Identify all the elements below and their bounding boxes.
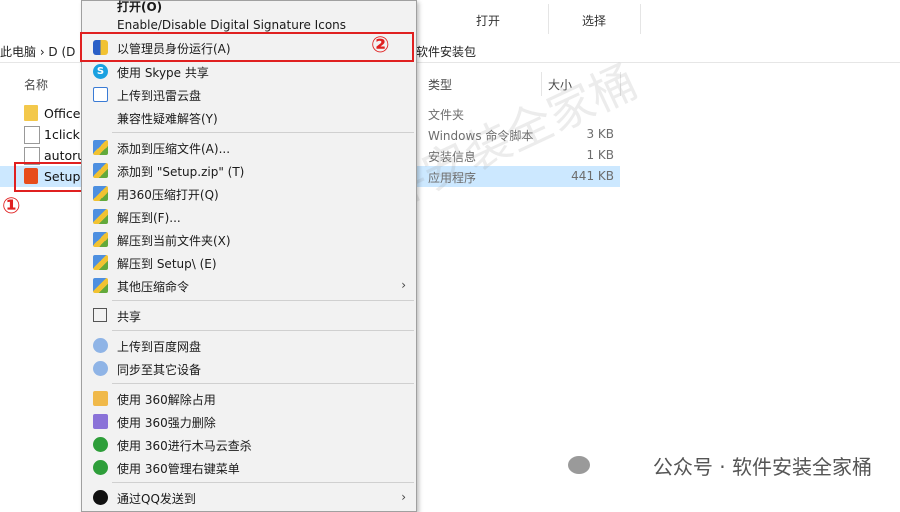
menu-item-360-trojan-scan[interactable]: 使用 360进行木马云查杀: [82, 434, 416, 456]
menu-item-skype-share[interactable]: S 使用 Skype 共享: [82, 61, 416, 83]
file-name: autoru: [44, 148, 86, 163]
archive-icon: [93, 186, 108, 201]
shredder-icon: [93, 414, 108, 429]
menu-separator: [112, 330, 414, 331]
baidu-cloud-icon: [93, 338, 108, 353]
menu-item-add-to-archive[interactable]: 添加到压缩文件(A)...: [82, 137, 416, 159]
360-security-icon: [93, 437, 108, 452]
script-file-icon: [24, 126, 40, 144]
archive-icon: [93, 163, 108, 178]
highlight-box-run-as-admin: [80, 32, 414, 62]
step-1-badge: ①: [2, 194, 21, 219]
menu-item-share[interactable]: 共享: [82, 305, 416, 327]
file-name: Office: [44, 106, 81, 121]
menu-item-360-manage-menu[interactable]: 使用 360管理右键菜单: [82, 457, 416, 479]
address-path-right[interactable]: 软件安装包: [416, 43, 476, 60]
share-icon: [93, 308, 107, 322]
folder-icon: [24, 105, 38, 121]
file-size: 441 KB: [571, 169, 614, 183]
archive-icon: [93, 232, 108, 247]
highlight-box-setup: [14, 162, 84, 192]
menu-item-sync-devices[interactable]: 同步至其它设备: [82, 358, 416, 380]
archive-icon: [93, 278, 108, 293]
menu-item-extract-to-setup[interactable]: 解压到 Setup\ (E): [82, 252, 416, 274]
sync-cloud-icon: [93, 361, 108, 376]
menu-item-360-force-delete[interactable]: 使用 360强力删除: [82, 411, 416, 433]
menu-item-open-with-360zip[interactable]: 用360压缩打开(Q): [82, 183, 416, 205]
archive-icon: [93, 255, 108, 270]
menu-item-extract-here[interactable]: 解压到当前文件夹(X): [82, 229, 416, 251]
file-size: 1 KB: [586, 148, 614, 162]
chevron-right-icon: ›: [401, 278, 406, 292]
chevron-right-icon: ›: [401, 490, 406, 504]
menu-separator: [112, 482, 414, 483]
wechat-logo-icon: [568, 456, 590, 474]
column-name[interactable]: 名称: [24, 76, 48, 93]
xunlei-cloud-icon: [93, 87, 108, 102]
menu-separator: [112, 383, 414, 384]
context-menu: 打开(O) Enable/Disable Digital Signature I…: [81, 0, 417, 512]
menu-item-compat-troubleshoot[interactable]: 兼容性疑难解答(Y): [82, 107, 416, 129]
360-security-icon: [93, 460, 108, 475]
column-type[interactable]: 类型: [428, 76, 452, 93]
ribbon-select-button[interactable]: 选择: [582, 12, 606, 29]
menu-separator: [112, 300, 414, 301]
ribbon-separator: [548, 4, 549, 34]
archive-icon: [93, 140, 108, 155]
ribbon-separator: [640, 4, 641, 34]
menu-item-add-to-setup-zip[interactable]: 添加到 "Setup.zip" (T): [82, 160, 416, 182]
skype-icon: S: [93, 64, 108, 79]
archive-icon: [93, 209, 108, 224]
qq-penguin-icon: [93, 490, 108, 505]
menu-item-send-via-qq[interactable]: 通过QQ发送到 ›: [82, 487, 416, 509]
address-path-left[interactable]: 此电脑 › D (D: [0, 43, 75, 60]
menu-item-360-unlock[interactable]: 使用 360解除占用: [82, 388, 416, 410]
watermark-corner: 公众号 · 软件安装全家桶: [652, 455, 872, 479]
menu-item-extract-to[interactable]: 解压到(F)...: [82, 206, 416, 228]
menu-item-xunlei-upload[interactable]: 上传到迅雷云盘: [82, 84, 416, 106]
unlock-icon: [93, 391, 108, 406]
ribbon-open-button[interactable]: 打开: [476, 12, 500, 29]
step-2-badge: ②: [371, 33, 390, 58]
menu-item-baidu-upload[interactable]: 上传到百度网盘: [82, 335, 416, 357]
menu-item-other-compress[interactable]: 其他压缩命令 ›: [82, 275, 416, 297]
menu-separator: [112, 132, 414, 133]
